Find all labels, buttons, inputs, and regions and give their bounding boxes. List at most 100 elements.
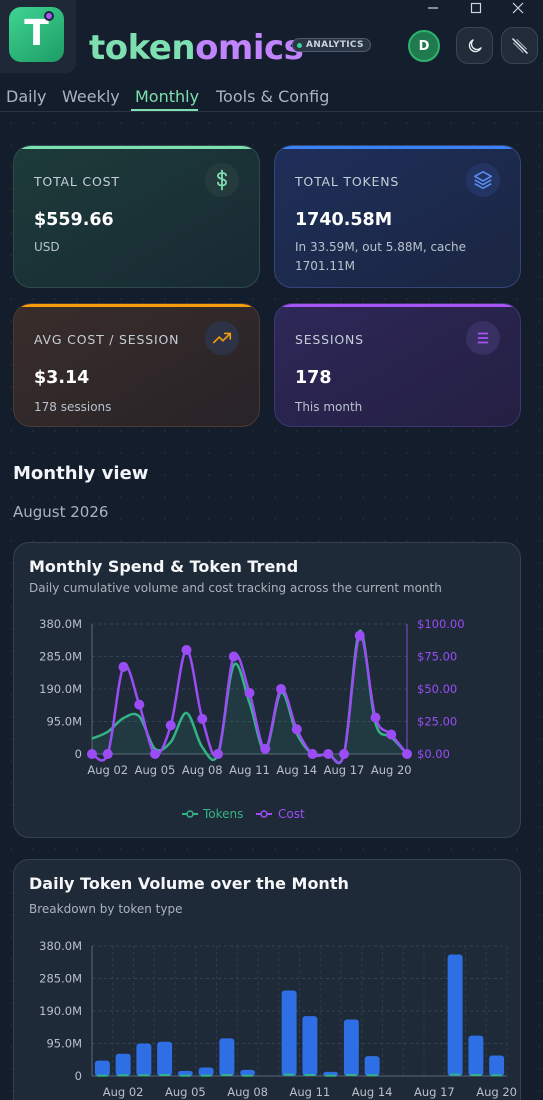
bar <box>364 1056 380 1076</box>
bar-segment <box>221 1073 233 1076</box>
bar-segment <box>180 1074 191 1077</box>
card-value: $3.14 <box>34 368 90 388</box>
y-tick-label: 190.0M <box>39 682 82 696</box>
close-button[interactable] <box>503 0 533 15</box>
cost-point <box>213 749 223 759</box>
x-tick-label: Aug 11 <box>290 1085 331 1099</box>
trend-chart: 380.0M $100.00 285.0M $75.00 190.0M $50.00 95.… <box>39 617 465 821</box>
y-tick-label: 285.0M <box>39 972 82 986</box>
cost-point <box>323 749 334 759</box>
volume-chart: 380.0M 285.0M 190.0M 95.0M 0 Aug 02 Aug 05 Aug … <box>39 939 517 1099</box>
minimize-button[interactable] <box>418 0 448 15</box>
cost-point <box>87 749 97 759</box>
card-value: 1740.58M <box>295 210 393 230</box>
card-label: AVG COST / SESSION <box>34 332 180 347</box>
disable-effects-button[interactable] <box>501 27 538 64</box>
x-tick-label: Aug 14 <box>352 1085 393 1099</box>
avg-cost-card: AVG COST / SESSION $3.14 178 sessions <box>13 303 260 427</box>
legend-tokens-marker <box>186 810 194 818</box>
x-tick-label: Aug 17 <box>324 763 365 777</box>
moon-icon <box>468 38 482 52</box>
tab-tools-config[interactable]: Tools & Config <box>216 87 329 106</box>
avatar[interactable]: D <box>408 30 440 62</box>
bar-segment <box>304 1073 316 1076</box>
cost-point <box>307 749 318 759</box>
brand-part-b: omics <box>195 28 304 68</box>
bar-segment <box>138 1074 150 1077</box>
card-subtext: 178 sessions <box>34 400 112 414</box>
tab-monthly[interactable]: Monthly <box>135 87 199 106</box>
card-subtext: This month <box>295 400 363 414</box>
card-label: SESSIONS <box>295 332 364 347</box>
title-bar: T tokenomics ANALYTICS D <box>0 0 543 80</box>
close-icon <box>512 2 524 13</box>
menu-icon <box>466 321 500 355</box>
bar-segment <box>491 1074 502 1077</box>
cost-point <box>150 749 160 759</box>
bar <box>447 954 463 1076</box>
bar-segment <box>470 1073 482 1076</box>
y-tick-label: 380.0M <box>39 939 82 953</box>
bar-segment <box>159 1073 170 1076</box>
bar-segment <box>283 1073 295 1076</box>
brand-part-a: token <box>89 28 196 68</box>
analytics-badge: ANALYTICS <box>292 38 371 52</box>
cost-point <box>165 720 176 731</box>
x-tick-label: Aug 14 <box>276 763 317 777</box>
bar-segment <box>117 1074 129 1077</box>
card-label: TOTAL COST <box>34 174 120 189</box>
trend-chart-panel: Monthly Spend & Token Trend Daily cumula… <box>13 542 521 838</box>
theme-toggle-button[interactable] <box>456 27 493 64</box>
cost-point <box>134 699 145 710</box>
legend-tokens-label: Tokens <box>202 807 243 821</box>
x-tick-label: Aug 08 <box>227 1085 268 1099</box>
tab-weekly[interactable]: Weekly <box>62 87 120 106</box>
bar <box>115 1053 131 1076</box>
maximize-button[interactable] <box>461 0 491 15</box>
x-tick-label: Aug 17 <box>414 1085 455 1099</box>
badge-label: ANALYTICS <box>306 40 364 50</box>
y-tick-label: 285.0M <box>39 650 82 664</box>
layers-icon <box>466 163 500 197</box>
y2-tick-label: $0.00 <box>417 747 450 761</box>
trend-up-icon <box>205 321 239 355</box>
cost-point <box>370 712 381 723</box>
bar <box>343 1019 359 1076</box>
x-tick-label: Aug 20 <box>371 763 412 777</box>
legend-cost-marker <box>260 810 268 818</box>
bar <box>468 1035 484 1076</box>
x-tick-label: Aug 20 <box>476 1085 517 1099</box>
bar <box>489 1055 505 1076</box>
slash-icon <box>511 37 528 54</box>
y2-tick-label: $100.00 <box>417 617 465 631</box>
tab-daily[interactable]: Daily <box>6 87 46 106</box>
bar-segment <box>449 1073 461 1076</box>
active-tab-indicator <box>131 109 198 111</box>
card-accent <box>275 304 520 307</box>
cost-point <box>228 651 239 662</box>
total-tokens-card: TOTAL TOKENS 1740.58M In 33.59M, out 5.8… <box>274 145 521 288</box>
card-value: 178 <box>295 368 332 388</box>
x-tick-label: Aug 05 <box>165 1085 206 1099</box>
cost-point <box>102 749 113 759</box>
bar-segment <box>366 1074 378 1077</box>
bar-segment <box>325 1074 336 1077</box>
cost-point <box>181 645 192 655</box>
cost-point <box>276 684 286 694</box>
x-tick-label: Aug 02 <box>87 763 128 777</box>
y2-tick-label: $75.00 <box>417 650 457 664</box>
cost-point <box>402 749 412 759</box>
card-label: TOTAL TOKENS <box>295 174 400 189</box>
dollar-icon <box>205 163 239 197</box>
y2-tick-label: $50.00 <box>417 682 457 696</box>
y-tick-label: 95.0M <box>46 1037 82 1051</box>
x-tick-label: Aug 05 <box>135 763 176 777</box>
card-value: $559.66 <box>34 210 114 230</box>
card-subtext: In 33.59M, out 5.88M, cache 1701.11M <box>295 240 466 273</box>
y-tick-label: 95.0M <box>46 715 82 729</box>
nav-tabs: Daily Weekly Monthly Tools & Config <box>0 80 543 112</box>
bar <box>281 990 297 1076</box>
x-tick-label: Aug 02 <box>103 1085 144 1099</box>
card-accent <box>14 146 259 149</box>
bar <box>219 1038 235 1076</box>
